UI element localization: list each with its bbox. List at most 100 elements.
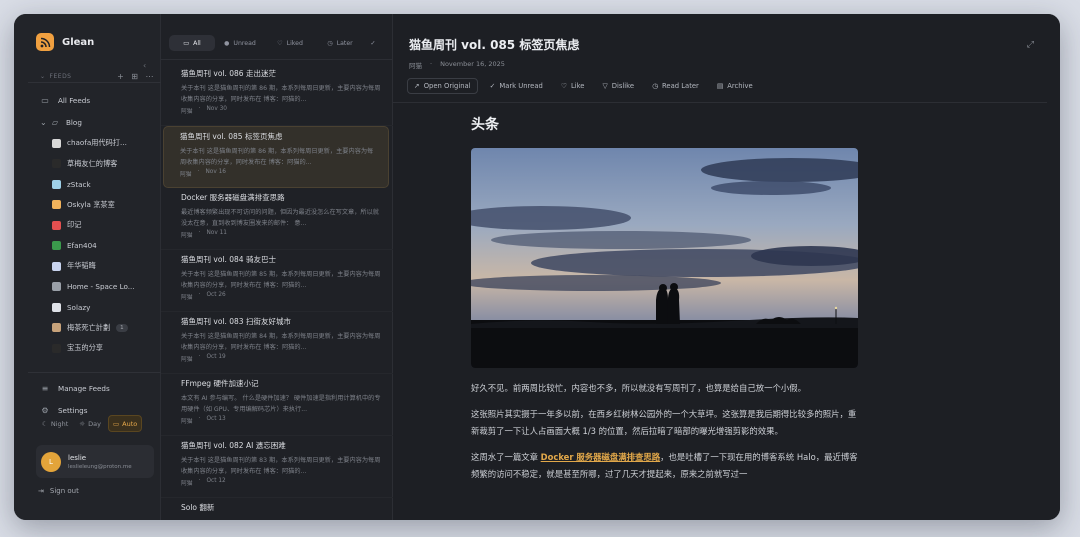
read-later-label: Read Later [662,82,699,90]
article-list-item[interactable]: Solo 翻新 [161,498,393,520]
feed-item[interactable]: chaofa用代码打... [14,133,161,154]
app-name: Glean [62,36,95,48]
brand[interactable]: Glean [14,14,160,51]
user-card[interactable]: L leslie leslieleung@proton.me [36,445,154,478]
feed-item[interactable]: zStack [14,174,161,195]
feed-favicon-icon [52,282,61,292]
article-list-item-excerpt: 关于本刊 这是猫鱼周刊的第 86 期，本系列每周日更新，主要内容为每周收集内容的… [181,85,381,103]
mark-all-read-button[interactable]: ✓ [365,35,381,51]
avatar: L [41,451,61,472]
feed-item[interactable]: 草梅友仁的博客 [14,154,161,175]
feed-item-label: 梅茶死亡計劃 [67,322,111,332]
paragraph: 好久不见。前两周比较忙，内容也不多，所以就没有写周刊了，也算是给自己放一个小假。 [471,383,806,393]
open-original-button[interactable]: ↗ Open Original [407,78,478,94]
more-icon[interactable]: ⋯ [146,72,155,81]
expand-icon[interactable]: ⤢ [1027,40,1034,50]
theme-day-button[interactable]: ☼ Day [75,415,105,432]
manage-feeds-link[interactable]: ≡ Manage Feeds [14,378,161,399]
nav-all-feeds[interactable]: ▭ All Feeds [14,90,161,111]
theme-night-label: Night [50,419,69,428]
dislike-button[interactable]: ▽ Dislike [597,78,641,94]
theme-night-button[interactable]: ☾ Night [38,415,72,432]
archive-button[interactable]: ▤ Archive [711,78,759,94]
feed-item[interactable]: 年华韬晦 [14,256,161,277]
filter-later[interactable]: ◷ Later [315,35,365,51]
article-list-item[interactable]: 猫鱼周刊 vol. 084 骑友巴士关于本刊 这是猫鱼周刊的第 85 期，本系列… [161,250,393,312]
toc-item[interactable] [937,127,1047,140]
theme-switch: ☾ Night ☼ Day ▭ Auto [38,415,148,432]
feed-item-label: chaofa用代码打... [67,138,127,148]
feed-item[interactable]: 印记 [14,215,161,236]
collapse-sidebar-icon[interactable]: ‹ [143,61,146,70]
archive-label: Archive [727,82,753,90]
article-list-item-meta: 阿猫 · Oct 13 [181,416,383,425]
feed-item[interactable]: 宝玉的分享 [14,338,161,359]
add-feed-icon[interactable]: + [117,72,124,81]
article-list-item[interactable]: 猫鱼周刊 vol. 086 走出迷茫关于本刊 这是猫鱼周刊的第 86 期，本系列… [161,64,393,126]
user-info: leslie leslieleung@proton.me [68,454,132,470]
manage-feeds-label: Manage Feeds [58,383,110,393]
article-list-item-date: Oct 26 [206,292,226,298]
add-folder-icon[interactable]: ⊞ [131,72,138,81]
rss-icon [36,33,54,51]
paragraph: 这周水了一篇文章 Docker 服务器磁盘满排查思路，也是吐槽了一下现在用的博客… [471,449,859,483]
article-list-item-excerpt: 关于本刊 这是猫鱼周刊的第 85 期，本系列每周日更新，主要内容为每周收集内容的… [181,271,381,289]
folder-icon: ▱ [51,118,59,128]
meta-dot: · [198,106,201,112]
filter-all[interactable]: ▭ All [169,35,215,51]
article-list-item-title: 猫鱼周刊 vol. 084 骑友巴士 [181,255,276,264]
article-list-item[interactable]: 猫鱼周刊 vol. 083 扫街友好城市 关于本刊 这是猫鱼周刊的第 84 期，本… [161,312,393,374]
folder-blog[interactable]: ⌄ ▱ Blog [14,113,161,134]
theme-auto-label: Auto [122,419,138,428]
feed-favicon-icon [52,343,61,353]
mark-unread-button[interactable]: ✓ Mark Unread [484,78,549,94]
article-list-item-title: 猫鱼周刊 vol. 082 AI 遗忘困难 [181,441,286,450]
article-list-item-date: Oct 13 [206,416,226,422]
article-link[interactable]: Docker 服务器磁盘满排查思路 [541,452,661,462]
article-list-item[interactable]: 猫鱼周刊 vol. 085 标签页焦虑 关于本刊 这是猫鱼周刊的第 86 期，本系… [163,126,389,188]
feed-item-label: Home - Space Lo... [67,282,135,292]
heart-icon: ♡ [560,82,567,90]
toc-item[interactable] [937,153,1047,166]
article-list-item[interactable]: 猫鱼周刊 vol. 082 AI 遗忘困难 关于本刊 这是猫鱼周刊的第 83 期，… [161,436,393,498]
paragraph-text: 这周水了一篇文章 [471,452,541,462]
article-list-item-title: 猫鱼周刊 vol. 086 走出迷茫 [181,69,276,78]
article-list-item-author: 阿猫 [181,295,193,301]
feed-item[interactable]: Solazy [14,297,161,318]
article-list-item-meta: 阿猫 · Oct 19 [181,354,383,363]
theme-day-label: Day [88,419,101,428]
moon-icon: ☾ [42,419,48,428]
feed-favicon-icon [52,220,61,230]
filter-unread[interactable]: ● Unread [215,35,265,51]
filter-unread-label: Unread [233,39,256,47]
feed-item-label: Solazy [67,302,91,312]
article-meta: 阿猫 · November 16, 2025 [409,60,505,70]
filter-liked[interactable]: ♡ Liked [265,35,315,51]
user-email: leslieleung@proton.me [68,463,132,470]
article-title: 猫鱼周刊 vol. 085 标签页焦虑 [409,38,580,52]
feed-item[interactable]: Home - Space Lo... [14,277,161,298]
article-list-item-author: 阿猫 [181,109,193,115]
folder-label: Blog [66,118,82,128]
article-author[interactable]: 阿猫 [409,60,422,70]
article-list-item[interactable]: Docker 服务器磁盘满排查思路 最近博客频繁出现不可访问的问题，但因为最近没怎… [161,188,393,250]
article-list-item[interactable]: FFmpeg 硬件加速小记 本文有 AI 参与编写。 什么是硬件加速？ 硬件加速是… [161,374,393,436]
chevron-down-icon[interactable]: ⌄ [40,73,46,80]
like-label: Like [570,82,585,90]
app-window: Glean ‹ ⌄ FEEDS + ⊞ ⋯ ▭ All Feeds ⌄ ▱ Bl… [14,14,1060,520]
feed-item[interactable]: Oskyla 烹茶室 [14,195,161,216]
like-button[interactable]: ♡ Like [555,78,591,94]
gear-icon: ⚙ [41,406,49,416]
sign-out-button[interactable]: ⇥ Sign out [38,487,79,495]
feed-favicon-icon [52,261,61,271]
theme-auto-button[interactable]: ▭ Auto [107,415,143,432]
article-list-item-excerpt: 关于本刊 这是猫鱼周刊的第 84 期，本系列每周日更新，主要内容为每周收集内容的… [181,333,381,351]
toc-item[interactable] [937,114,1047,127]
check-double-icon: ✓ [370,39,376,47]
toc-item[interactable] [937,140,1047,153]
clock-icon: ◷ [652,82,658,90]
feed-item[interactable]: 梅茶死亡計劃 1 [14,318,161,339]
read-later-button[interactable]: ◷ Read Later [646,78,705,94]
feed-item[interactable]: Efan404 [14,236,161,257]
article-list-item-date: Nov 30 [206,106,227,112]
